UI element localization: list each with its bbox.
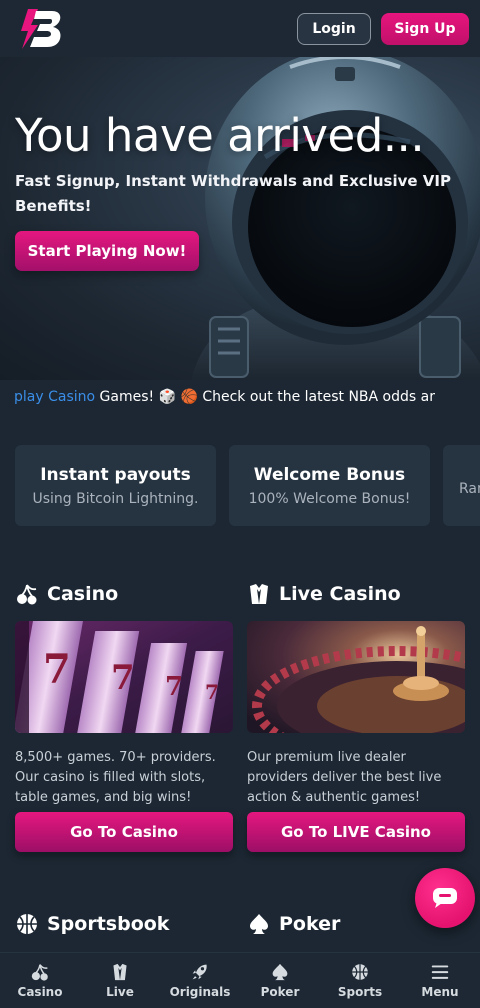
nav-item-poker[interactable]: Poker: [240, 953, 320, 1008]
feature-card-instant-payouts: Instant payouts Using Bitcoin Lightning.: [15, 445, 216, 526]
feature-desc: 100% Welcome Bonus!: [248, 490, 411, 507]
spade-icon: [250, 914, 268, 934]
casino-card: Casino 7 7 7 7 8,500+ games. 70+ provide…: [15, 581, 233, 856]
start-playing-button[interactable]: Start Playing Now!: [15, 231, 199, 271]
cherry-icon: [17, 584, 37, 605]
nav-item-menu[interactable]: Menu: [400, 953, 480, 1008]
casino-heading: Casino: [15, 581, 233, 607]
feature-carousel[interactable]: Instant payouts Using Bitcoin Lightning.…: [15, 445, 480, 526]
dealer-icon: [250, 584, 268, 604]
chat-button[interactable]: [415, 868, 475, 928]
nav-item-casino[interactable]: Casino: [0, 953, 80, 1008]
brand-logo[interactable]: [18, 7, 64, 51]
poker-heading: Poker: [247, 912, 340, 936]
feature-card-partial: Ran: [443, 445, 480, 526]
feature-title: Welcome Bonus: [253, 464, 406, 485]
ticker-text: Games! 🎲 🏀 Check out the latest NBA odds…: [95, 389, 435, 405]
basketball-icon: [352, 963, 368, 980]
nav-label: Sports: [337, 984, 383, 999]
poker-title: Poker: [279, 913, 341, 935]
feature-desc: Ran: [459, 480, 480, 497]
svg-text:7: 7: [205, 680, 219, 704]
nav-item-originals[interactable]: Originals: [160, 953, 240, 1008]
nav-label: Menu: [421, 984, 459, 999]
sportsbook-title: Sportsbook: [47, 913, 170, 935]
casino-title: Casino: [47, 583, 119, 605]
feature-card-welcome-bonus: Welcome Bonus 100% Welcome Bonus!: [229, 445, 430, 526]
go-to-casino-button[interactable]: Go To Casino: [15, 812, 233, 852]
cherry-icon: [31, 963, 48, 981]
basketball-icon: [17, 914, 37, 934]
svg-text:7: 7: [165, 672, 183, 702]
top-header: Login Sign Up: [0, 0, 480, 57]
hero-subtitle: Fast Signup, Instant Withdrawals and Exc…: [15, 172, 451, 215]
sportsbook-heading: Sportsbook: [15, 912, 169, 936]
nav-label: Live: [106, 984, 134, 999]
slot-machine-illustration: 7 7 7 7: [15, 621, 233, 733]
header-actions: Login Sign Up: [297, 12, 469, 45]
hamburger-icon: [431, 964, 449, 979]
feature-desc: Using Bitcoin Lightning.: [32, 490, 199, 507]
news-ticker: play Casino Games! 🎲 🏀 Check out the lat…: [0, 380, 480, 414]
casino-description: 8,500+ games. 70+ providers. Our casino …: [15, 750, 216, 805]
signup-button[interactable]: Sign Up: [381, 12, 469, 45]
hero-banner: You have arrived... Fast Signup, Instant…: [0, 57, 480, 380]
login-button[interactable]: Login: [297, 12, 371, 45]
nav-label: Casino: [17, 984, 63, 999]
feature-title: Instant payouts: [40, 464, 191, 485]
live-casino-title: Live Casino: [279, 583, 401, 605]
svg-text:7: 7: [43, 646, 71, 693]
hero-title: You have arrived...: [15, 109, 425, 162]
chat-icon: [433, 888, 457, 908]
ticker-link[interactable]: play Casino: [14, 389, 95, 405]
casino-image[interactable]: 7 7 7 7: [15, 621, 233, 733]
live-casino-card: Live Casino Our premium live dealer prov…: [247, 581, 465, 856]
nav-item-sports[interactable]: Sports: [320, 953, 400, 1008]
rocket-icon: [192, 964, 207, 979]
dealer-icon: [113, 963, 127, 980]
nav-item-live[interactable]: Live: [80, 953, 160, 1008]
live-casino-description: Our premium live dealer providers delive…: [247, 750, 442, 805]
nav-label: Poker: [260, 984, 300, 999]
go-to-live-casino-button[interactable]: Go To LIVE Casino: [247, 812, 465, 852]
svg-text:7: 7: [111, 658, 135, 698]
live-casino-heading: Live Casino: [247, 581, 465, 607]
bottom-navigation: Casino Live Originals Poker Sports Menu: [0, 952, 480, 1008]
roulette-illustration: [247, 621, 465, 733]
spade-icon: [272, 963, 288, 980]
ticker-track: play Casino Games! 🎲 🏀 Check out the lat…: [14, 380, 435, 414]
nav-label: Originals: [169, 984, 231, 999]
live-casino-image[interactable]: [247, 621, 465, 733]
